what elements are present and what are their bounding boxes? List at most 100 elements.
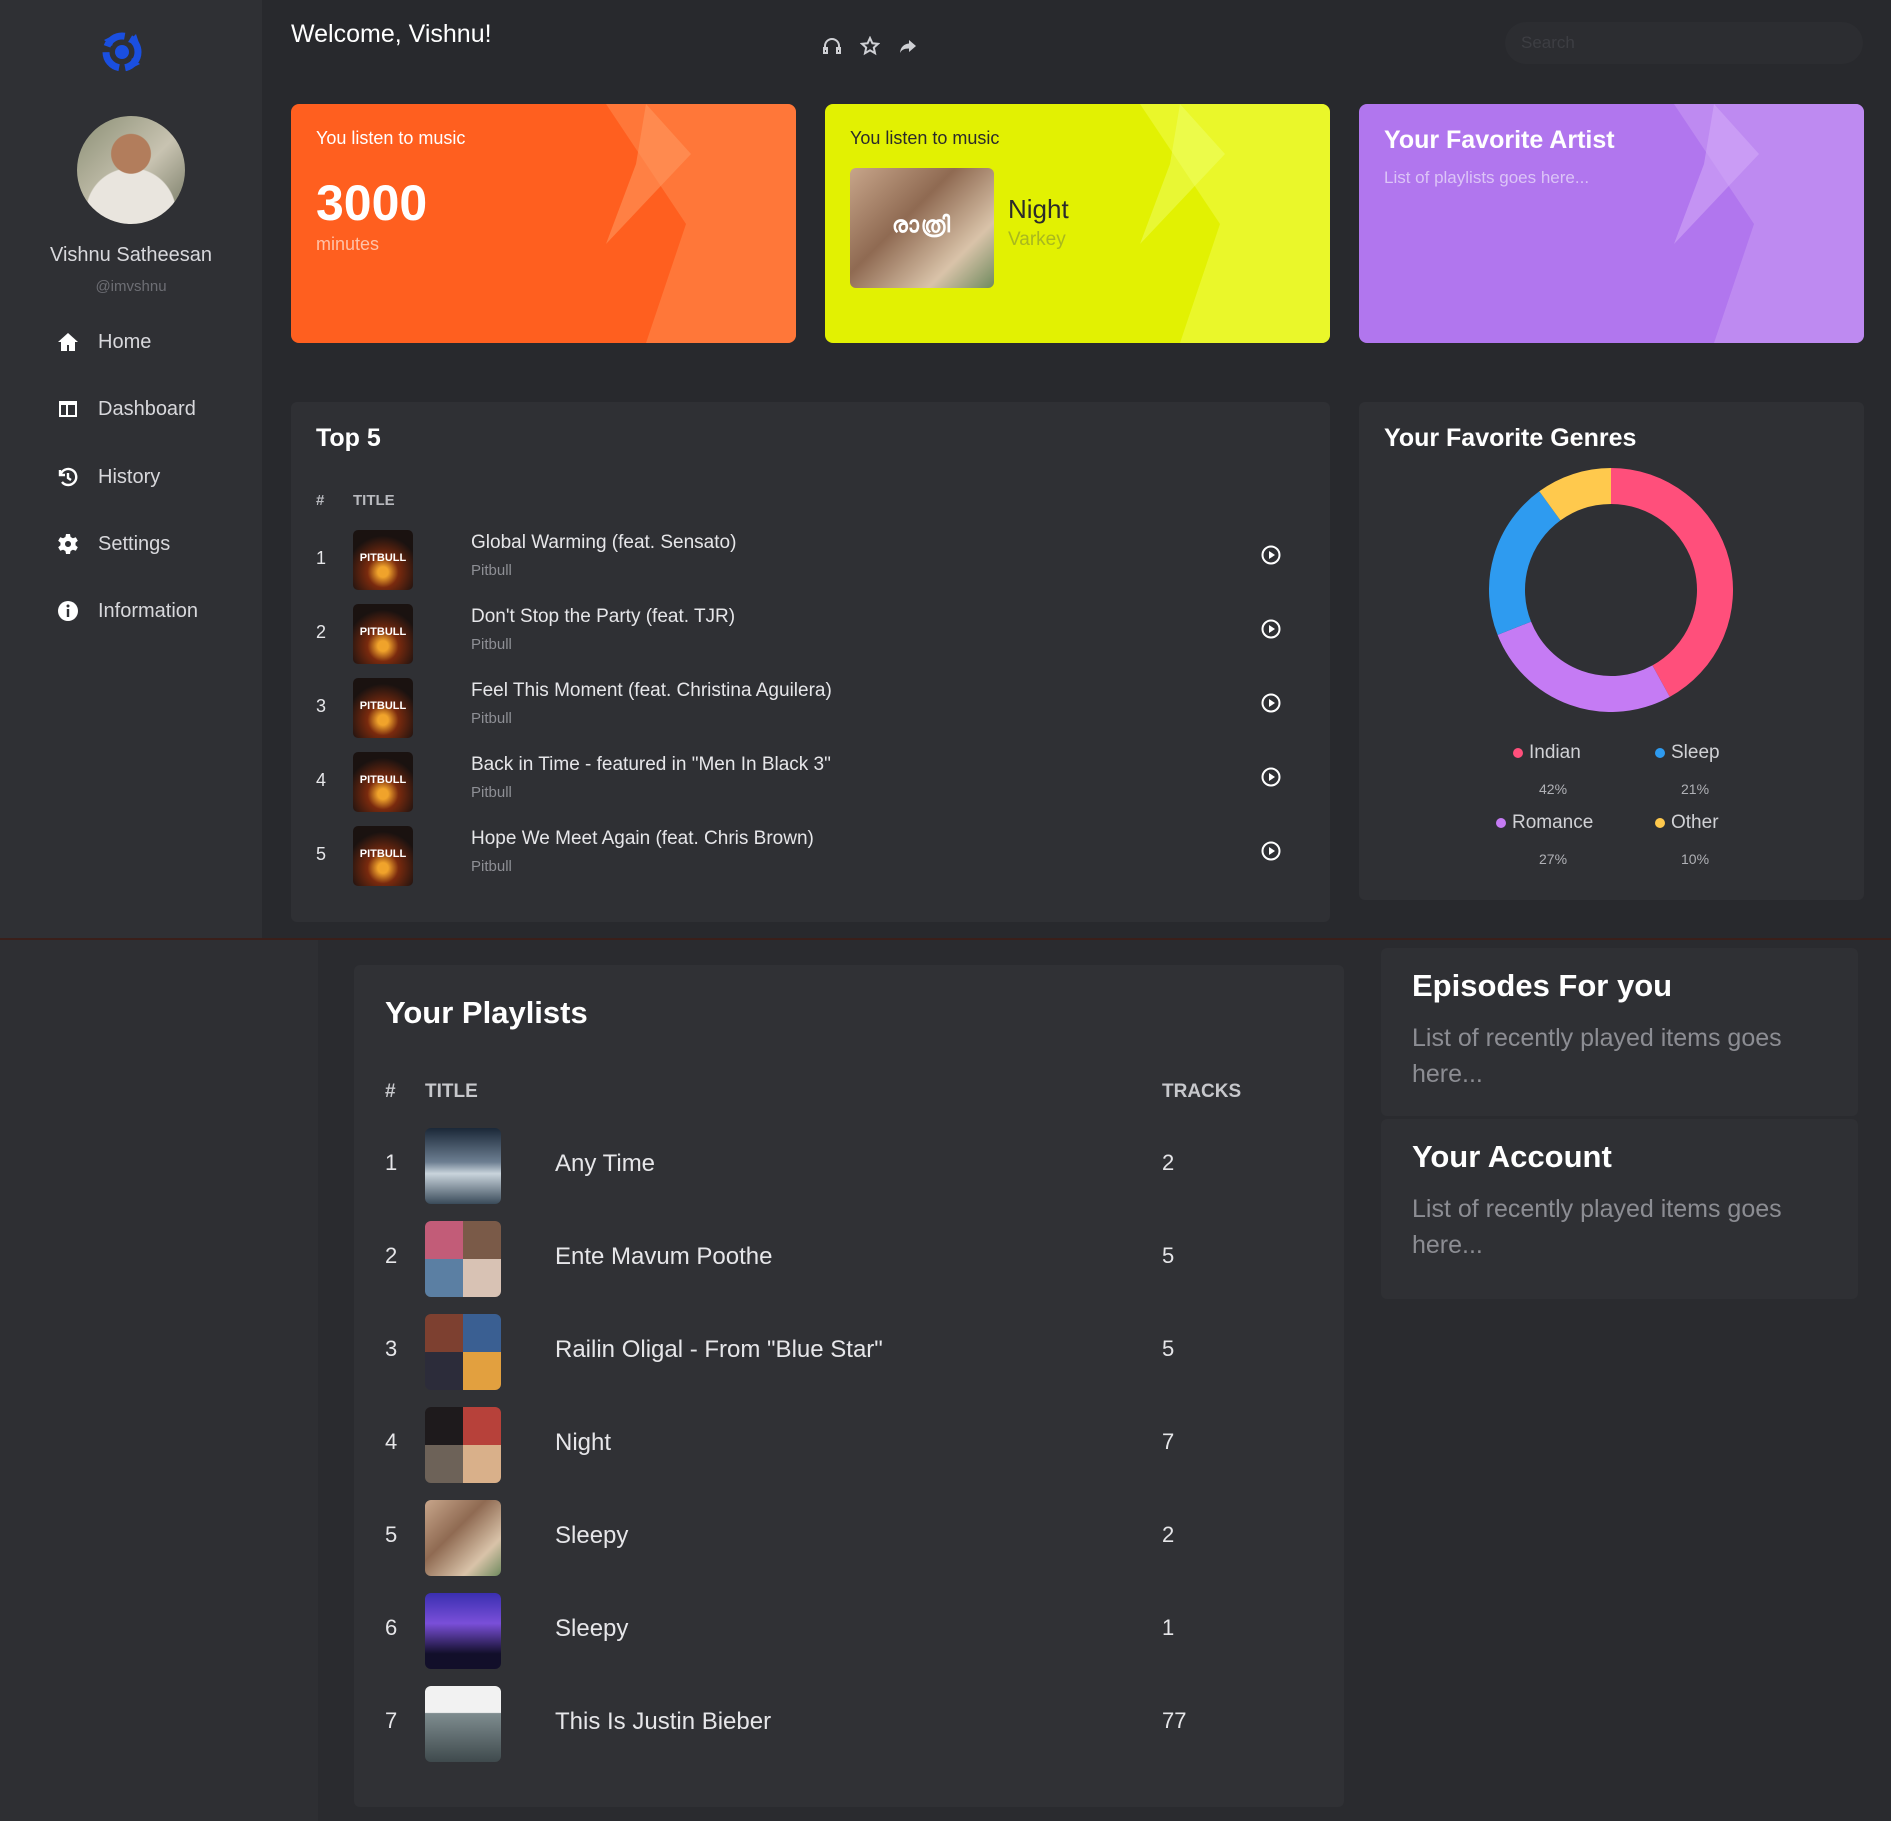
sidebar-item-label: Dashboard (98, 397, 196, 420)
dashboard-bottom-view: Your Playlists # TITLE TRACKS 1 Any Time… (0, 940, 1891, 1821)
user-handle: @imvshnu (95, 278, 167, 295)
song-title: Night (1008, 194, 1069, 224)
table-row[interactable]: 5 PITBULL Hope We Meet Again (feat. Chri… (291, 824, 1330, 886)
playlist-row[interactable]: 5 Sleepy 2 (354, 1500, 1344, 1576)
sidebar-item-information[interactable]: Information (56, 593, 198, 629)
playlist-row[interactable]: 4 Night 7 (354, 1407, 1344, 1483)
song-artist: Varkey (1008, 229, 1066, 250)
header-icons (822, 36, 918, 56)
row-number: 5 (385, 1522, 398, 1547)
search-input[interactable] (1505, 22, 1863, 64)
play-icon[interactable] (1260, 840, 1282, 862)
cover-title-text: PITBULL (359, 626, 407, 638)
sidebar-item-label: History (98, 465, 161, 488)
legend-item-indian: Indian (1513, 742, 1581, 764)
playlist-row[interactable]: 6 Sleepy 1 (354, 1593, 1344, 1669)
legend-dot (1513, 748, 1523, 758)
card-decoration (1140, 104, 1330, 343)
card-decoration (1674, 104, 1864, 343)
legend-dot (1655, 818, 1665, 828)
minutes-card[interactable]: You listen to music 3000 minutes (291, 104, 796, 343)
playlist-cover-image (425, 1314, 501, 1390)
legend-dot (1496, 818, 1506, 828)
column-header-number: # (316, 492, 325, 509)
dashboard-top-view: Vishnu Satheesan @imvshnu Home Dashboard… (0, 0, 1891, 938)
welcome-heading: Welcome, Vishnu! (291, 20, 492, 48)
legend-item-other: Other (1655, 812, 1719, 834)
row-number: 5 (316, 844, 327, 864)
sidebar-item-label: Home (98, 330, 152, 353)
playlist-cover-image (425, 1500, 501, 1576)
playlist-title: Sleepy (555, 1522, 629, 1549)
track-artist: Pitbull (471, 636, 512, 653)
play-icon[interactable] (1260, 692, 1282, 714)
playlist-track-count: 2 (1162, 1522, 1175, 1547)
episodes-card[interactable]: Episodes For you List of recently played… (1381, 948, 1858, 1116)
genre-donut-chart (1489, 468, 1733, 712)
info-icon (58, 601, 78, 621)
card-title: Your Favorite Artist (1384, 126, 1615, 154)
column-header-title: TITLE (353, 492, 395, 509)
playlist-cover-image (425, 1686, 501, 1762)
sidebar-item-settings[interactable]: Settings (56, 526, 170, 562)
row-number: 2 (316, 622, 327, 642)
favorite-artist-card[interactable]: Your Favorite Artist List of playlists g… (1359, 104, 1864, 343)
track-title: Hope We Meet Again (feat. Chris Brown) (471, 828, 814, 849)
playlist-title: Sleepy (555, 1615, 629, 1642)
playlist-track-count: 77 (1162, 1708, 1187, 1733)
gear-icon (58, 534, 78, 554)
legend-label: Sleep (1671, 742, 1720, 763)
play-icon[interactable] (1260, 766, 1282, 788)
playlist-track-count: 2 (1162, 1150, 1175, 1175)
last-song-card[interactable]: You listen to music രാത്രി Night Varkey (825, 104, 1330, 343)
sidebar-item-history[interactable]: History (56, 459, 160, 495)
account-card[interactable]: Your Account List of recently played ite… (1381, 1119, 1858, 1299)
share-icon[interactable] (898, 36, 918, 56)
star-icon[interactable] (860, 36, 880, 56)
column-header-tracks: TRACKS (1162, 1081, 1242, 1102)
legend-dot (1655, 748, 1665, 758)
track-title: Don't Stop the Party (feat. TJR) (471, 606, 736, 627)
donut-slice-romance (1497, 621, 1670, 712)
legend-label: Other (1671, 812, 1719, 833)
donut-slice-other (1539, 468, 1612, 521)
table-row[interactable]: 1 PITBULL Global Warming (feat. Sensato)… (291, 528, 1330, 590)
cover-title-text: PITBULL (359, 848, 407, 860)
track-artist: Pitbull (471, 858, 512, 875)
playlist-title: Any Time (555, 1150, 656, 1177)
playlist-row[interactable]: 7 This Is Justin Bieber 77 (354, 1686, 1344, 1762)
card-subtitle: List of recently played items goes here.… (1412, 1195, 1782, 1259)
playlist-title: This Is Justin Bieber (555, 1708, 772, 1735)
play-icon[interactable] (1260, 618, 1282, 640)
headphones-icon[interactable] (822, 36, 842, 56)
column-header-number: # (385, 1081, 396, 1102)
playlist-row[interactable]: 2 Ente Mavum Poothe 5 (354, 1221, 1344, 1297)
sidebar-item-dashboard[interactable]: Dashboard (56, 391, 196, 427)
app-logo-icon[interactable] (96, 26, 148, 78)
playlist-row[interactable]: 1 Any Time 2 (354, 1128, 1344, 1204)
track-cover-image: PITBULL (353, 604, 413, 664)
legend-value: 21% (1681, 781, 1710, 797)
card-title: Your Account (1412, 1139, 1612, 1174)
table-row[interactable]: 2 PITBULL Don't Stop the Party (feat. TJ… (291, 602, 1330, 664)
playlist-track-count: 5 (1162, 1336, 1175, 1361)
donut-slice-indian (1610, 468, 1733, 697)
card-decoration (606, 104, 796, 343)
row-number: 3 (316, 696, 327, 716)
sidebar-item-home[interactable]: Home (56, 324, 151, 360)
row-number: 3 (385, 1336, 398, 1361)
genres-panel: Your Favorite Genres Indian 42% Sleep 21… (1359, 402, 1864, 900)
track-title: Back in Time - featured in "Men In Black… (471, 754, 831, 775)
cover-title-text: PITBULL (359, 552, 407, 564)
panel-title: Your Playlists (385, 995, 588, 1030)
table-row[interactable]: 4 PITBULL Back in Time - featured in "Me… (291, 750, 1330, 812)
row-number: 1 (385, 1150, 398, 1175)
row-number: 2 (385, 1243, 398, 1268)
row-number: 6 (385, 1615, 398, 1640)
playlist-row[interactable]: 3 Railin Oligal - From "Blue Star" 5 (354, 1314, 1344, 1390)
table-row[interactable]: 3 PITBULL Feel This Moment (feat. Christ… (291, 676, 1330, 738)
sidebar: Vishnu Satheesan @imvshnu Home Dashboard… (0, 0, 262, 938)
play-icon[interactable] (1260, 544, 1282, 566)
track-artist: Pitbull (471, 562, 512, 579)
avatar[interactable] (77, 116, 185, 224)
